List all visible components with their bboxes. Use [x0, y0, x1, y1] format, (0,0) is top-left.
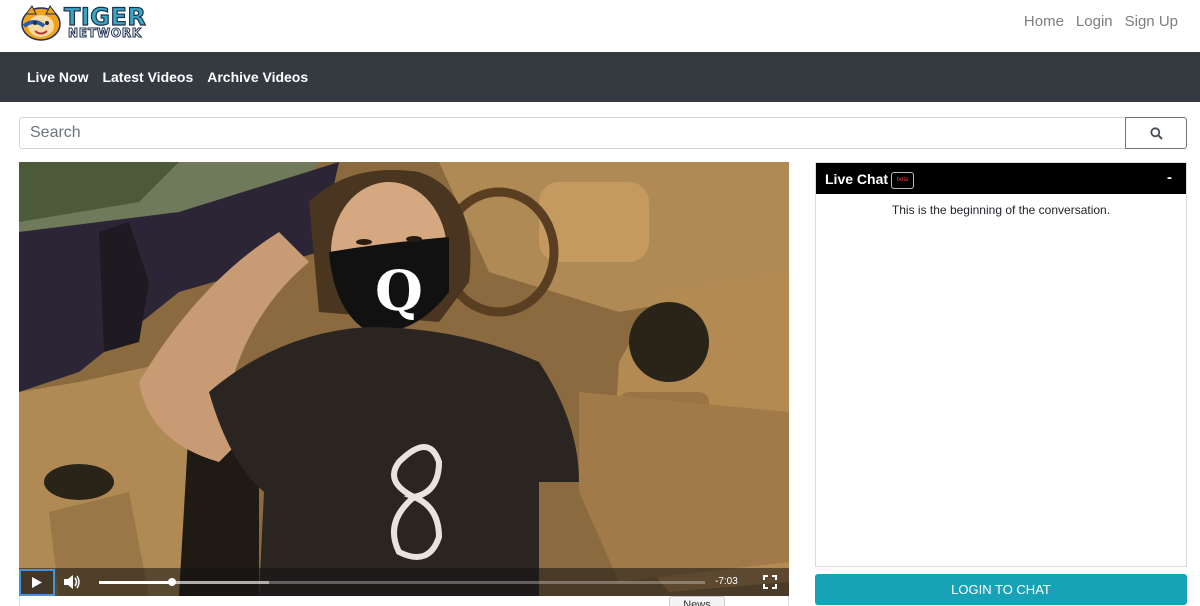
player-controls: -7:03: [19, 568, 789, 596]
volume-icon[interactable]: [63, 574, 81, 590]
fullscreen-icon[interactable]: [763, 575, 777, 589]
chat-minimize-button[interactable]: -: [1167, 169, 1172, 186]
play-icon: [32, 577, 42, 588]
progress-played: [99, 581, 172, 584]
main-nav: Live Now Latest Videos Archive Videos: [0, 52, 1200, 102]
sign-up-link[interactable]: Sign Up: [1125, 13, 1178, 30]
search-icon: [1149, 126, 1163, 140]
login-link[interactable]: Login: [1076, 13, 1113, 30]
play-button[interactable]: [19, 569, 55, 596]
progress-bar[interactable]: [99, 578, 705, 586]
time-remaining: -7:03: [715, 576, 738, 587]
live-chat-panel: Live Chat beta - This is the beginning o…: [815, 162, 1187, 567]
video-frame: Q: [19, 162, 789, 596]
home-link[interactable]: Home: [1024, 13, 1064, 30]
nav-archive-videos[interactable]: Archive Videos: [207, 69, 308, 85]
top-links: Home Login Sign Up: [1024, 13, 1178, 30]
tiger-mascot-icon: [21, 5, 61, 41]
progress-handle[interactable]: [167, 578, 176, 586]
logo-word-network: NETWORK: [67, 26, 143, 40]
chat-header: Live Chat beta -: [816, 163, 1186, 194]
search-button[interactable]: [1125, 117, 1187, 149]
search-input[interactable]: [19, 117, 1126, 149]
chat-empty-message: This is the beginning of the conversatio…: [891, 203, 1111, 217]
nav-latest-videos[interactable]: Latest Videos: [102, 69, 193, 85]
login-to-chat-button[interactable]: LOGIN TO CHAT: [815, 574, 1187, 605]
chat-title: Live Chat: [825, 171, 889, 187]
video-player[interactable]: Q -7:03: [19, 162, 789, 596]
search-bar: [19, 117, 1187, 149]
tiger-network-logo[interactable]: TIGER NETWORK: [20, 4, 152, 42]
svg-text:Q: Q: [375, 258, 423, 323]
news-tab[interactable]: News: [669, 596, 725, 606]
top-header: TIGER NETWORK Home Login Sign Up: [0, 0, 1200, 52]
beta-badge: beta: [891, 172, 914, 189]
nav-live-now[interactable]: Live Now: [27, 69, 88, 85]
